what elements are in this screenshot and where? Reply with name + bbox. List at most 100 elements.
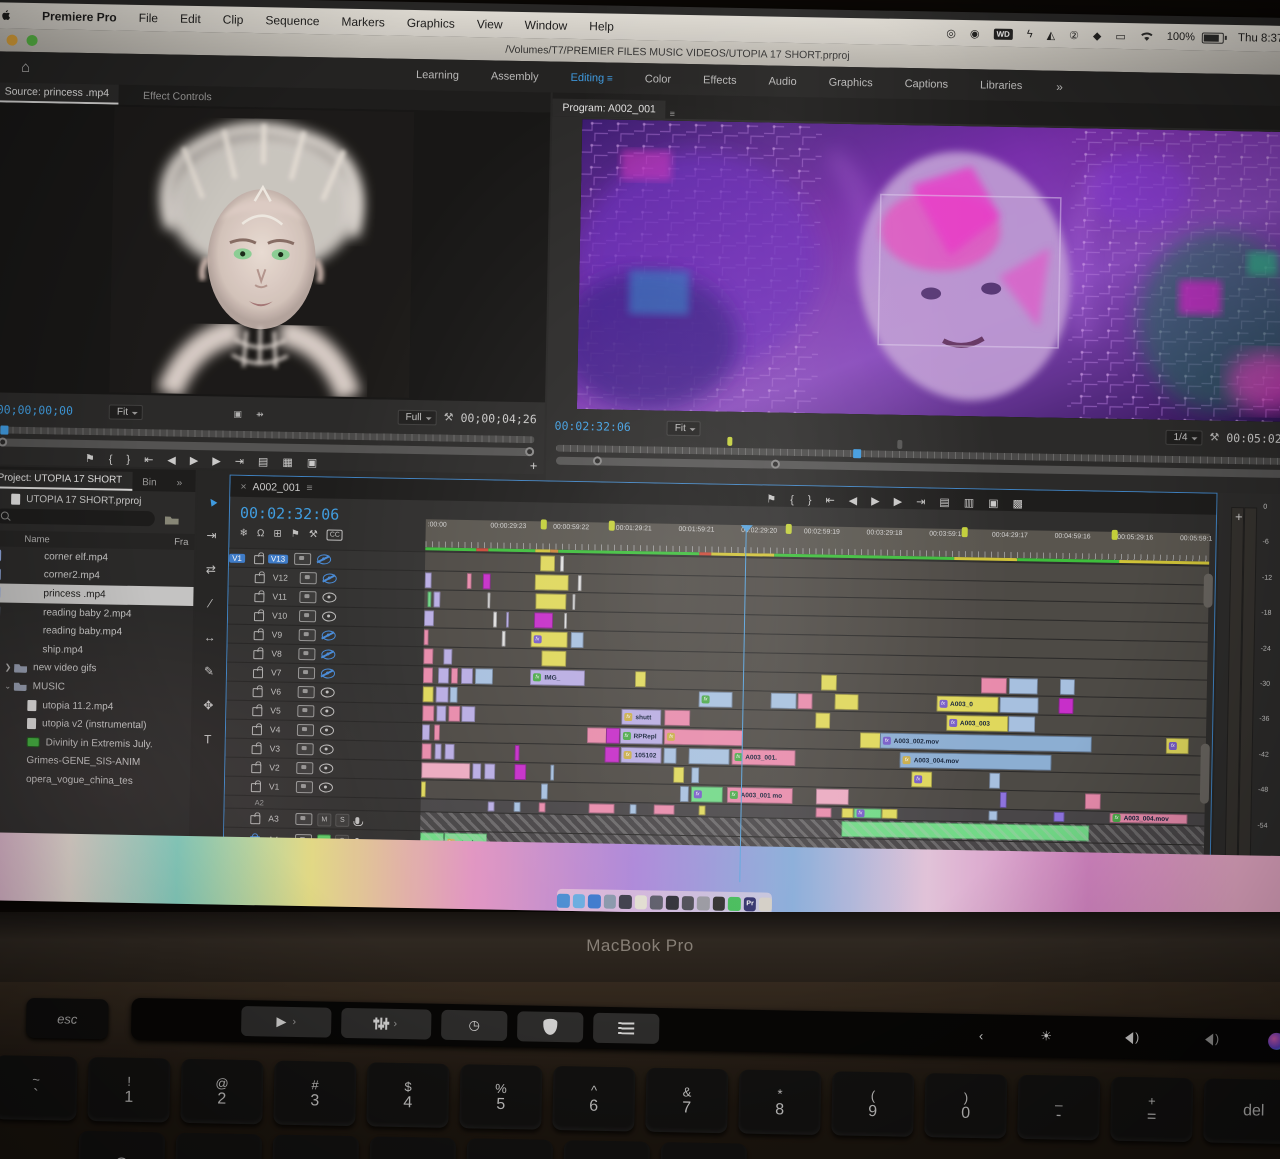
lock-icon[interactable]: [253, 649, 264, 659]
timeline-clip[interactable]: [770, 692, 797, 710]
linked-selection-icon[interactable]: Ω: [257, 528, 265, 539]
source-viewer[interactable]: [0, 102, 551, 403]
timeline-clip[interactable]: [423, 629, 430, 646]
pen-tool[interactable]: ✎: [194, 654, 225, 689]
step-back-button[interactable]: ◀: [167, 450, 176, 472]
dock-icon-maps[interactable]: [572, 893, 586, 908]
bolt-icon[interactable]: ϟ: [1027, 28, 1033, 40]
touchbar-play-button[interactable]: ▶ ›: [240, 1005, 332, 1038]
timeline-settings-icon[interactable]: ⊞: [273, 528, 282, 539]
tab-graphics[interactable]: Graphics: [812, 70, 888, 95]
timeline-clip[interactable]: [423, 648, 434, 665]
timeline-clip[interactable]: [815, 807, 832, 818]
key--[interactable]: _ -: [1017, 1074, 1101, 1141]
tab-audio[interactable]: Audio: [752, 69, 813, 94]
track-name[interactable]: V7: [271, 667, 295, 677]
add-marker-button[interactable]: ⚑: [766, 489, 776, 511]
timeline-clip[interactable]: [533, 612, 553, 629]
timeline-marker[interactable]: [540, 519, 547, 530]
menu-sequence[interactable]: Sequence: [265, 13, 319, 28]
timeline-clip[interactable]: [433, 743, 443, 760]
timeline-clip[interactable]: [501, 630, 506, 647]
lock-icon[interactable]: [253, 611, 265, 621]
track-output-icon[interactable]: [298, 628, 316, 642]
timeline-clip[interactable]: [540, 555, 556, 572]
touchbar-siri-button[interactable]: [1251, 1025, 1280, 1056]
timeline-clip[interactable]: [427, 591, 432, 608]
slip-tool[interactable]: ↔: [194, 620, 225, 655]
program-timecode[interactable]: 00:02:32:06: [554, 419, 630, 434]
wrench-icon[interactable]: ⚒: [1209, 427, 1219, 449]
timeline-clip[interactable]: [421, 762, 471, 780]
mark-in-button[interactable]: {: [109, 448, 113, 470]
tab-effects[interactable]: Effects: [687, 67, 753, 92]
play-button[interactable]: ▶: [871, 490, 880, 512]
tab-libraries[interactable]: Libraries: [964, 73, 1039, 98]
lock-icon[interactable]: [250, 814, 261, 824]
touchbar-volume-button[interactable]: [1091, 1022, 1162, 1053]
timeline-clip[interactable]: [635, 671, 647, 688]
sequence-marker[interactable]: [726, 436, 733, 446]
play-button[interactable]: ▶: [190, 450, 199, 472]
notification-icon[interactable]: ②: [1069, 28, 1079, 41]
lock-icon[interactable]: [251, 763, 262, 773]
timeline-clip[interactable]: fx A003_004.mov: [1109, 812, 1188, 825]
home-icon[interactable]: ⌂: [21, 59, 30, 76]
timeline-clip[interactable]: [999, 791, 1008, 808]
timeline-clip[interactable]: [859, 732, 882, 749]
mic-icon[interactable]: [355, 816, 360, 824]
track-output-icon[interactable]: [295, 780, 314, 794]
track-output-icon[interactable]: [298, 609, 317, 623]
key-3[interactable]: #3: [273, 1060, 357, 1127]
timeline-clip[interactable]: [435, 686, 449, 703]
mark-out-button[interactable]: }: [126, 449, 130, 471]
track-name[interactable]: V11: [272, 591, 296, 601]
key-5[interactable]: % 5: [459, 1064, 543, 1130]
timeline-marker[interactable]: [785, 523, 792, 534]
column-framerate[interactable]: Fra: [174, 536, 188, 547]
display-icon[interactable]: ▭: [1115, 29, 1126, 42]
timeline-marker[interactable]: [608, 520, 615, 531]
timeline-clip[interactable]: fx: [530, 631, 569, 648]
timeline-clip[interactable]: fx A003_001 mo: [726, 786, 793, 805]
track-name[interactable]: V12: [273, 572, 297, 582]
track-name[interactable]: V8: [271, 648, 295, 658]
timeline-clip[interactable]: fx RPRepl: [619, 727, 663, 745]
timeline-clip[interactable]: [572, 593, 576, 611]
key-=[interactable]: + =: [1110, 1076, 1194, 1143]
timeline-clip[interactable]: [492, 611, 498, 628]
twisty-icon[interactable]: ⌄: [2, 681, 14, 691]
timeline-clip[interactable]: [540, 783, 549, 800]
timeline-clip[interactable]: [466, 573, 472, 590]
timeline-clip[interactable]: [1008, 715, 1036, 733]
button-editor-icon[interactable]: +: [1235, 509, 1243, 524]
step-back-button[interactable]: ◀: [849, 490, 858, 512]
tab-captions[interactable]: Captions: [888, 71, 964, 96]
toggle-track-output-icon[interactable]: [321, 611, 337, 622]
timeline-clip[interactable]: [1009, 677, 1039, 695]
new-bin-icon[interactable]: [165, 514, 179, 524]
wrench-icon[interactable]: ⚒: [443, 407, 454, 429]
track-name[interactable]: V5: [270, 705, 294, 715]
tab-effect-controls[interactable]: Effect Controls: [133, 87, 222, 107]
timeline-clip[interactable]: fx: [664, 728, 743, 747]
timeline-clip[interactable]: [834, 693, 859, 711]
sync-icon[interactable]: ◎: [946, 26, 956, 39]
track-name[interactable]: V4: [270, 724, 294, 734]
timeline-clip[interactable]: [797, 693, 814, 710]
key-q[interactable]: Q: [77, 1130, 166, 1159]
timeline-clip[interactable]: [444, 743, 455, 760]
toggle-track-output-icon[interactable]: [322, 573, 337, 584]
track-output-icon[interactable]: [294, 552, 312, 566]
timeline-clip[interactable]: [422, 667, 434, 684]
touchbar-mute-button[interactable]: [1171, 1024, 1242, 1055]
overwrite-button[interactable]: ▦: [282, 452, 293, 474]
key-r[interactable]: R: [368, 1136, 457, 1159]
apple-menu-icon[interactable]: [2, 8, 15, 23]
dock-icon-facetime[interactable]: [650, 894, 664, 910]
timeline-clip[interactable]: [423, 610, 435, 627]
dock-icon-safari[interactable]: [587, 893, 601, 909]
tab-source[interactable]: Source: princess .mp4: [0, 82, 120, 105]
dock-icon-premiere[interactable]: Pr: [743, 896, 757, 911]
timeline-clip[interactable]: [698, 805, 707, 816]
